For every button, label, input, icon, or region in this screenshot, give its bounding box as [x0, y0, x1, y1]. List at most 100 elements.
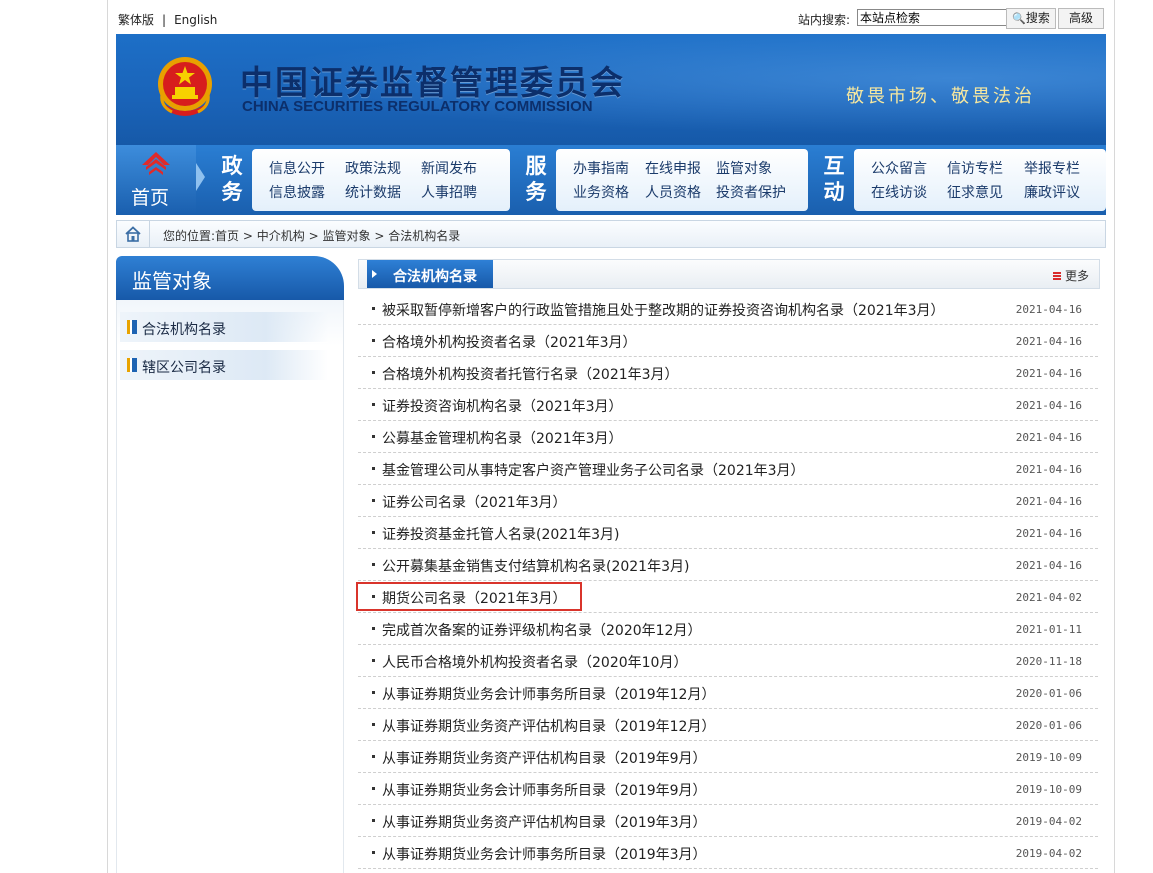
- site-title-english: CHINA SECURITIES REGULATORY COMMISSION: [242, 98, 593, 115]
- breadcrumb-home-button[interactable]: [117, 221, 150, 247]
- list-item-title-link[interactable]: 证券公司名录（2021年3月）: [382, 492, 567, 512]
- breadcrumb-item-current[interactable]: 合法机构名录: [388, 229, 460, 243]
- institution-list: 被采取暂停新增客户的行政监管措施且处于整改期的证券投资咨询机构名录（2021年3…: [358, 293, 1098, 869]
- list-item-title-link[interactable]: 证券投资咨询机构名录（2021年3月）: [382, 396, 623, 416]
- advanced-search-button[interactable]: 高级: [1058, 8, 1104, 29]
- list-item-title-link[interactable]: 基金管理公司从事特定客户资产管理业务子公司名录（2021年3月）: [382, 460, 805, 480]
- list-item: 证券投资基金托管人名录(2021年3月) 2021-04-16: [358, 517, 1098, 549]
- list-item-date: 2021-04-16: [1015, 527, 1082, 540]
- list-item-date: 2020-01-06: [1015, 719, 1082, 732]
- nav-group-gov-char2: 务: [221, 179, 243, 204]
- nav-link-online-report[interactable]: 在线申报: [645, 158, 701, 178]
- nav-link-petition[interactable]: 信访专栏: [947, 158, 1003, 178]
- list-item: 公开募集基金销售支付结算机构名录(2021年3月) 2021-04-16: [358, 549, 1098, 581]
- bullet-dot-icon: [372, 819, 375, 822]
- nav-link-report[interactable]: 举报专栏: [1024, 158, 1080, 178]
- site-title-chinese: 中国证券监督管理委员会: [240, 63, 625, 102]
- sidebar-item-label: 合法机构名录: [142, 322, 226, 338]
- list-item: 从事证券期货业务资产评估机构目录（2019年3月） 2019-04-02: [358, 805, 1098, 837]
- list-item: 从事证券期货业务资产评估机构目录（2019年12月） 2020-01-06: [358, 709, 1098, 741]
- sidebar-title: 监管对象: [132, 269, 212, 293]
- nav-link-qualification[interactable]: 业务资格: [573, 182, 629, 202]
- list-item-title-link[interactable]: 合格境外机构投资者名录（2021年3月）: [382, 332, 637, 352]
- nav-link-interview[interactable]: 在线访谈: [871, 182, 927, 202]
- english-link[interactable]: English: [174, 13, 217, 27]
- list-item-title-link[interactable]: 被采取暂停新增客户的行政监管措施且处于整改期的证券投资咨询机构名录（2021年3…: [382, 300, 945, 320]
- nav-link-recruit[interactable]: 人事招聘: [421, 182, 477, 202]
- list-item-title-link[interactable]: 完成首次备案的证券评级机构名录（2020年12月）: [382, 620, 701, 640]
- sidebar-bullet-icon: [127, 320, 132, 334]
- traditional-chinese-link[interactable]: 繁体版: [118, 13, 154, 27]
- list-tab-active[interactable]: 合法机构名录: [367, 260, 493, 288]
- breadcrumb-item-intermediary[interactable]: 中介机构: [257, 229, 305, 243]
- nav-link-message[interactable]: 公众留言: [871, 158, 927, 178]
- nav-group-service: 办事指南 在线申报 监管对象 业务资格 人员资格 投资者保护: [556, 149, 808, 211]
- sidebar-item-regional-companies[interactable]: 辖区公司名录: [120, 350, 328, 381]
- list-item: 从事证券期货业务资产评估机构目录（2019年9月） 2019-10-09: [358, 741, 1098, 773]
- list-header: 合法机构名录 更多: [358, 259, 1100, 289]
- list-item-title-link[interactable]: 从事证券期货业务资产评估机构目录（2019年12月）: [382, 716, 715, 736]
- search-label: 站内搜索:: [798, 13, 851, 27]
- sidebar-item-legal-institutions[interactable]: 合法机构名录: [120, 312, 328, 343]
- list-item-title-link[interactable]: 合格境外机构投资者托管行名录（2021年3月）: [382, 364, 679, 384]
- bullet-dot-icon: [372, 499, 375, 502]
- list-item: 合格境外机构投资者名录（2021年3月） 2021-04-16: [358, 325, 1098, 357]
- bullet-dot-icon: [372, 403, 375, 406]
- list-item-title-link[interactable]: 证券投资基金托管人名录(2021年3月): [382, 524, 619, 544]
- nav-link-news[interactable]: 新闻发布: [421, 158, 477, 178]
- national-emblem-icon: [158, 57, 212, 116]
- list-item: 被采取暂停新增客户的行政监管措施且处于整改期的证券投资咨询机构名录（2021年3…: [358, 293, 1098, 325]
- nav-arrow-icon: [196, 163, 205, 191]
- nav-link-info-public[interactable]: 信息公开: [269, 158, 325, 178]
- nav-group-service-char1: 服: [525, 153, 547, 178]
- list-item-date: 2019-10-09: [1015, 751, 1082, 764]
- nav-link-personnel[interactable]: 人员资格: [645, 182, 701, 202]
- list-item: 期货公司名录（2021年3月） 2021-04-02: [358, 581, 1098, 613]
- bullet-dot-icon: [372, 787, 375, 790]
- list-item-title-link[interactable]: 公募基金管理机构名录（2021年3月）: [382, 428, 623, 448]
- nav-link-guide[interactable]: 办事指南: [573, 158, 629, 178]
- nav-home[interactable]: 首页: [116, 145, 196, 215]
- bullet-dot-icon: [372, 371, 375, 374]
- nav-group-interact-title: 互动: [822, 153, 846, 205]
- magnifier-icon: 🔍: [1012, 12, 1026, 25]
- top-bar: 繁体版 | English 站内搜索: 🔍搜索 高级: [116, 6, 1106, 30]
- more-link-label: 更多: [1064, 269, 1089, 283]
- bullet-dot-icon: [372, 531, 375, 534]
- site-search-input[interactable]: [857, 9, 1007, 26]
- list-item-title-link[interactable]: 公开募集基金销售支付结算机构名录(2021年3月): [382, 556, 689, 576]
- bullet-dot-icon: [372, 307, 375, 310]
- list-item-title-link[interactable]: 从事证券期货业务会计师事务所目录（2019年3月）: [382, 844, 707, 864]
- breadcrumb: 您的位置:首页 > 中介机构 > 监管对象 > 合法机构名录: [116, 220, 1106, 248]
- list-item-title-link[interactable]: 从事证券期货业务资产评估机构目录（2019年3月）: [382, 812, 707, 832]
- list-item-title-link[interactable]: 期货公司名录（2021年3月）: [382, 588, 567, 608]
- list-item-date: 2019-04-02: [1015, 847, 1082, 860]
- list-item: 从事证券期货业务会计师事务所目录（2019年3月） 2019-04-02: [358, 837, 1098, 869]
- nav-link-integrity[interactable]: 廉政评议: [1024, 182, 1080, 202]
- breadcrumb-item-home[interactable]: 首页: [215, 229, 239, 243]
- list-item-title-link[interactable]: 从事证券期货业务会计师事务所目录（2019年9月）: [382, 780, 707, 800]
- nav-link-supervised[interactable]: 监管对象: [716, 158, 772, 178]
- nav-link-consultation[interactable]: 征求意见: [947, 182, 1003, 202]
- search-button[interactable]: 🔍搜索: [1006, 8, 1056, 29]
- language-switch: 繁体版 | English: [118, 11, 217, 28]
- breadcrumb-item-supervised[interactable]: 监管对象: [323, 229, 371, 243]
- list-item-title-link[interactable]: 从事证券期货业务会计师事务所目录（2019年12月）: [382, 684, 715, 704]
- main-content: 合法机构名录 更多 被采取暂停新增客户的行政监管措施且处于整改期的证券投资咨询机…: [358, 256, 1100, 873]
- bullet-dot-icon: [372, 723, 375, 726]
- bullet-dot-icon: [372, 435, 375, 438]
- bullet-dot-icon: [372, 595, 375, 598]
- list-item-title-link[interactable]: 从事证券期货业务资产评估机构目录（2019年9月）: [382, 748, 707, 768]
- list-item-date: 2021-04-16: [1015, 399, 1082, 412]
- nav-link-policy[interactable]: 政策法规: [345, 158, 401, 178]
- nav-link-disclosure[interactable]: 信息披露: [269, 182, 325, 202]
- sidebar-item-label: 辖区公司名录: [142, 360, 226, 376]
- list-item-date: 2021-04-16: [1015, 335, 1082, 348]
- nav-link-statistics[interactable]: 统计数据: [345, 182, 401, 202]
- more-link[interactable]: 更多: [1052, 267, 1089, 284]
- nav-group-service-title: 服务: [524, 153, 548, 205]
- list-item-title-link[interactable]: 人民币合格境外机构投资者名录（2020年10月）: [382, 652, 687, 672]
- nav-link-investor-protection[interactable]: 投资者保护: [716, 182, 786, 202]
- list-item-date: 2019-04-02: [1015, 815, 1082, 828]
- list-item: 证券投资咨询机构名录（2021年3月） 2021-04-16: [358, 389, 1098, 421]
